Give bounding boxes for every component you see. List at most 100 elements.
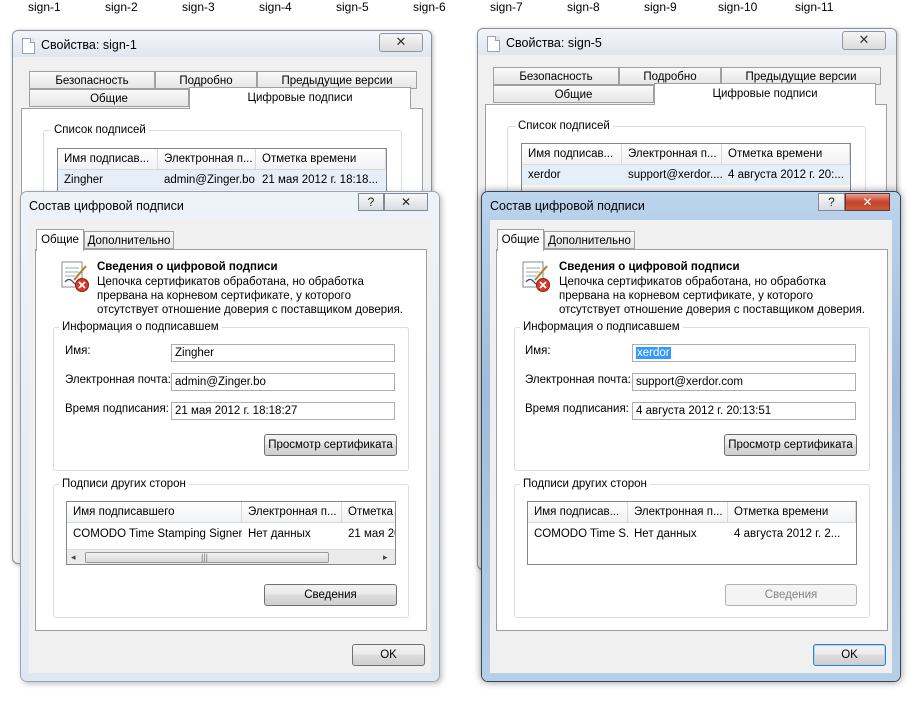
cell-email: Нет данных	[634, 528, 697, 540]
file-label[interactable]: sign-3	[182, 0, 215, 14]
cell-signer-name: COMODO Time Stamping Signer	[73, 528, 242, 540]
ok-button[interactable]: OK	[813, 644, 886, 666]
tab-advanced[interactable]: Дополнительно	[84, 231, 174, 249]
cell-email: admin@Zinger.bo	[164, 174, 255, 186]
column-header-timestamp[interactable]: Отметка времени	[722, 144, 850, 164]
info-text-line: прервана на корневом сертификате, у кото…	[97, 290, 351, 302]
file-label[interactable]: sign-1	[28, 0, 61, 14]
signature-details-dialog-1: Состав цифровой подписи ? ✕ Дополнительн…	[20, 191, 440, 682]
info-text-line: Цепочка сертификатов обработана, но обра…	[559, 276, 826, 288]
info-text-line: отсутствует отношение доверия с поставщи…	[559, 304, 865, 316]
close-button[interactable]: ✕	[379, 33, 423, 52]
info-text-line: отсутствует отношение доверия с поставщи…	[97, 304, 403, 316]
file-label[interactable]: sign-11	[795, 0, 833, 14]
scroll-right-arrow-icon[interactable]: ▸	[383, 550, 388, 564]
info-title: Сведения о цифровой подписи	[559, 261, 740, 273]
column-header-email[interactable]: Электронная п...	[158, 149, 256, 169]
dialog-title: Состав цифровой подписи	[29, 199, 184, 213]
close-button[interactable]: ✕	[845, 193, 890, 211]
close-button[interactable]: ✕	[842, 31, 886, 50]
file-label[interactable]: sign-5	[336, 0, 369, 14]
column-header-signer-name[interactable]: Имя подписав...	[528, 502, 628, 522]
ok-button[interactable]: OK	[352, 644, 425, 666]
tab-general[interactable]: Общие	[36, 229, 84, 251]
cell-signer-name: COMODO Time S...	[534, 528, 628, 540]
dialog-title: Состав цифровой подписи	[490, 199, 645, 213]
signing-time-field[interactable]: 21 мая 2012 г. 18:18:27	[171, 402, 395, 420]
help-button[interactable]: ?	[358, 193, 384, 211]
scrollbar-grip-icon: |||	[201, 552, 209, 562]
name-label: Имя:	[525, 345, 551, 357]
group-label: Подписи других сторон	[520, 478, 650, 490]
info-text-line: прервана на корневом сертификате, у кото…	[559, 290, 813, 302]
file-label[interactable]: sign-9	[644, 0, 677, 14]
column-header-email[interactable]: Электронная п...	[242, 502, 342, 522]
group-label: Информация о подписавшем	[520, 321, 683, 333]
name-field[interactable]: Zingher	[171, 344, 395, 362]
name-label: Имя:	[65, 345, 91, 357]
column-header-timestamp[interactable]: Отметка	[342, 502, 395, 522]
cell-name: xerdor	[528, 169, 561, 181]
tab-general[interactable]: Общие	[493, 85, 654, 103]
group-label: Список подписей	[515, 120, 613, 132]
tab-security[interactable]: Безопасность	[29, 71, 155, 89]
tab-general[interactable]: Общие	[29, 89, 189, 107]
scroll-left-arrow-icon[interactable]: ◂	[71, 550, 76, 564]
details-button[interactable]: Сведения	[725, 584, 857, 606]
cell-timestamp: 21 мая 20	[348, 528, 395, 540]
column-header-email[interactable]: Электронная п...	[628, 502, 728, 522]
tab-advanced[interactable]: Дополнительно	[544, 231, 635, 249]
group-label: Информация о подписавшем	[59, 321, 222, 333]
signature-details-dialog-2: Состав цифровой подписи ? ✕ Дополнительн…	[481, 191, 901, 682]
window-title: Свойства: sign-5	[506, 36, 602, 50]
close-button[interactable]: ✕	[384, 193, 428, 211]
file-label[interactable]: sign-8	[567, 0, 600, 14]
column-header-name[interactable]: Имя подписав...	[522, 144, 622, 164]
cell-timestamp: 21 мая 2012 г. 18:18...	[262, 174, 379, 186]
countersignature-list[interactable]: Имя подписав... Электронная п... Отметка…	[527, 501, 857, 565]
file-label[interactable]: sign-10	[718, 0, 757, 14]
file-label[interactable]: sign-4	[259, 0, 292, 14]
name-field[interactable]: xerdor	[632, 344, 856, 362]
file-list: sign-1 sign-2 sign-3 sign-4 sign-5 sign-…	[0, 0, 923, 16]
column-header-name[interactable]: Имя подписав...	[58, 149, 158, 169]
horizontal-scrollbar[interactable]: ◂ ||| ▸	[67, 549, 395, 564]
file-label[interactable]: sign-2	[105, 0, 138, 14]
cell-email: Нет данных	[248, 528, 311, 540]
help-button[interactable]: ?	[818, 193, 845, 211]
cell-email: support@xerdor....	[628, 169, 722, 181]
email-field[interactable]: support@xerdor.com	[632, 373, 856, 391]
column-header-email[interactable]: Электронная п...	[622, 144, 722, 164]
email-label: Электронная почта:	[525, 374, 631, 386]
column-header-timestamp[interactable]: Отметка времени	[256, 149, 386, 169]
cell-timestamp: 4 августа 2012 г. 2...	[734, 528, 841, 540]
signing-time-label: Время подписания:	[65, 403, 169, 415]
group-label: Подписи других сторон	[59, 478, 189, 490]
info-title: Сведения о цифровой подписи	[97, 261, 278, 273]
signature-error-icon	[522, 261, 550, 292]
info-text-line: Цепочка сертификатов обработана, но обра…	[97, 276, 364, 288]
file-label[interactable]: sign-6	[413, 0, 446, 14]
countersignature-list[interactable]: Имя подписавшего Электронная п... Отметк…	[66, 501, 396, 565]
signing-time-label: Время подписания:	[525, 403, 629, 415]
file-label[interactable]: sign-7	[490, 0, 523, 14]
column-header-signer-name[interactable]: Имя подписавшего	[67, 502, 242, 522]
dialog-client: Дополнительно Общие Сведения о цифровой …	[490, 220, 892, 673]
email-field[interactable]: admin@Zinger.bo	[171, 373, 395, 391]
column-header-timestamp[interactable]: Отметка времени	[728, 502, 856, 522]
signing-time-field[interactable]: 4 августа 2012 г. 20:13:51	[632, 402, 856, 420]
cell-name: Zingher	[64, 174, 103, 186]
tab-general[interactable]: Общие	[497, 229, 544, 251]
tab-security[interactable]: Безопасность	[493, 67, 619, 85]
details-button[interactable]: Сведения	[264, 584, 397, 606]
document-icon	[487, 36, 500, 52]
signature-error-icon	[61, 261, 89, 292]
group-label: Список подписей	[51, 124, 149, 136]
view-certificate-button[interactable]: Просмотр сертификата	[264, 434, 397, 456]
email-label: Электронная почта:	[65, 374, 171, 386]
cell-timestamp: 4 августа 2012 г. 20:...	[728, 169, 844, 181]
tab-digital-signatures[interactable]: Цифровые подписи	[654, 83, 876, 105]
tab-digital-signatures[interactable]: Цифровые подписи	[189, 87, 411, 109]
dialog-client: Дополнительно Общие Сведения о цифровой …	[29, 220, 431, 673]
view-certificate-button[interactable]: Просмотр сертификата	[724, 434, 857, 456]
